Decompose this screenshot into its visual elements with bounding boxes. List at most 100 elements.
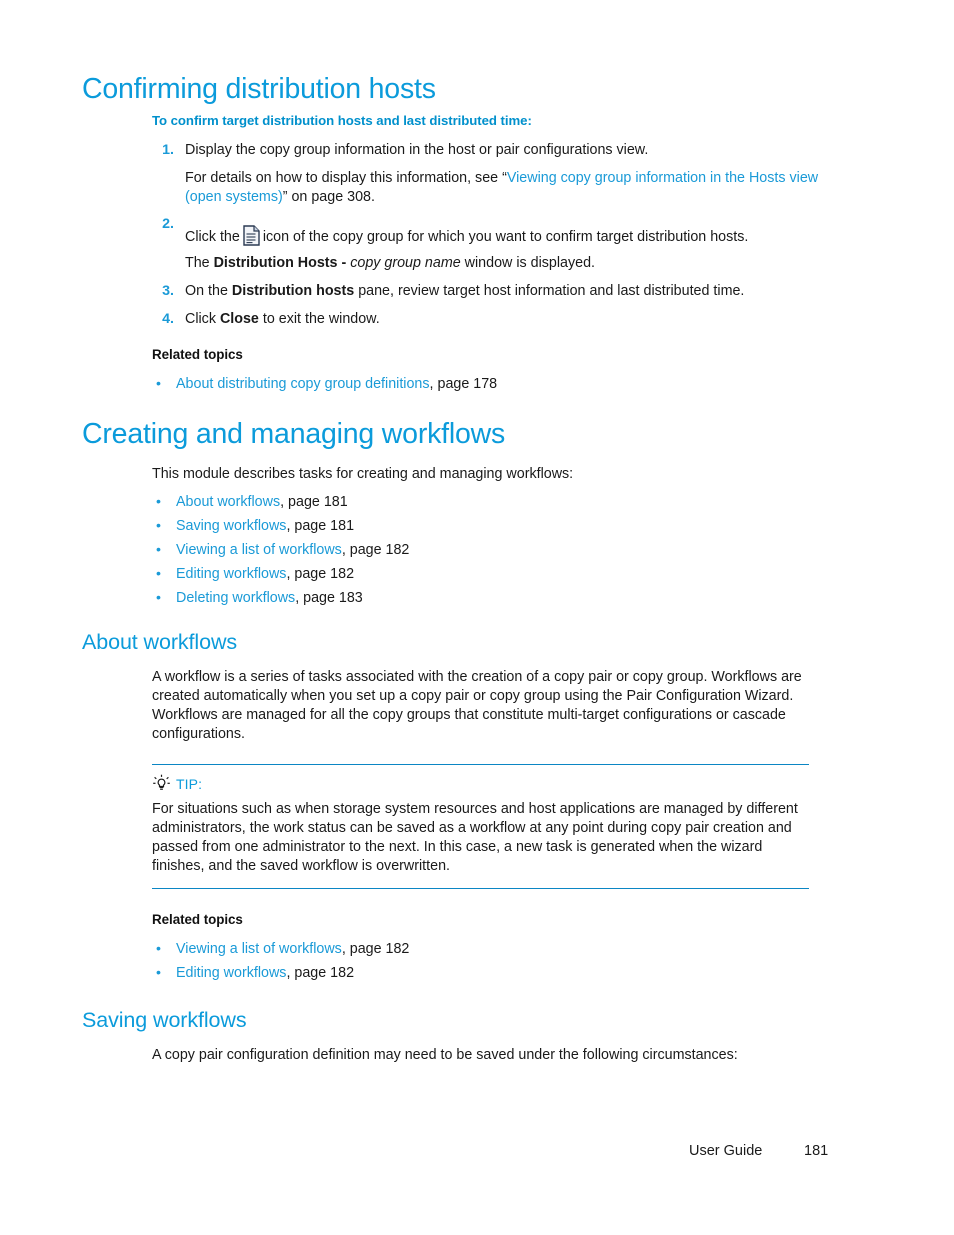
step-4: 4. Click Close to exit the window. [152,310,885,329]
tip-label-text: TIP: [176,776,203,792]
bullet-icon: • [156,941,161,957]
bullet-icon: • [156,376,161,392]
pane-name: Distribution hosts [231,283,355,299]
toc-item-editing-workflows: • Editing workflows, page 182 [152,565,776,584]
related-topic-text: Editing workflows, page 182 [176,964,776,983]
page-title: Confirming distribution hosts [82,74,436,105]
related-topic-item: • Editing workflows, page 182 [152,964,776,983]
step-2-result: The Distribution Hosts - copy group name… [185,254,833,273]
continuation-pre: For details on how to display this infor… [185,170,507,186]
step-number: 2. [162,216,174,232]
related-topics-label: Related topics [152,912,243,927]
lightbulb-tip-icon [152,774,171,793]
toc-link[interactable]: Editing workflows [176,566,286,582]
related-topic-text: Viewing a list of workflows, page 182 [176,940,776,959]
related-topics-label: Related topics [152,347,243,362]
heading-about-workflows: About workflows [82,630,238,654]
step-3-text-post: pane, review target host information and… [354,283,745,299]
bullet-icon: • [156,590,161,606]
about-workflows-paragraph: A workflow is a series of tasks associat… [152,669,802,742]
related-topic-link[interactable]: Viewing a list of workflows [176,941,342,957]
toc-item-text: Deleting workflows, page 183 [176,589,776,608]
step-2-text-post: icon of the copy group for which you wan… [262,229,749,245]
result-post: window is displayed. [460,255,596,271]
bullet-icon: • [156,518,161,534]
bullet-icon: • [156,965,161,981]
document-icon[interactable] [243,225,260,246]
toc-page: , page 183 [295,590,363,606]
result-window-name: Distribution Hosts - [213,255,347,271]
tip-callout: TIP: For situations such as when storage… [0,764,954,889]
toc-link[interactable]: Saving workflows [176,518,286,534]
step-text: Display the copy group information in th… [185,142,649,158]
step-number: 3. [162,283,174,299]
toc-item-text: Saving workflows, page 181 [176,517,776,536]
related-topic-text: About distributing copy group definition… [176,375,776,394]
result-copy-group-name: copy group name [346,255,461,271]
procedure-heading: To confirm target distribution hosts and… [152,113,532,128]
step-1-continuation-text: For details on how to display this infor… [185,169,833,207]
step-4-text: Click Close to exit the window. [185,310,885,329]
related-topic-page: , page 182 [286,965,355,981]
tip-box: TIP: For situations such as when storage… [152,764,809,889]
related-topic-page: , page 182 [341,941,410,957]
toc-page: , page 182 [286,566,355,582]
creating-intro-block: This module describes tasks for creating… [152,465,832,484]
step-number: 1. [162,142,174,158]
toc-item-deleting-workflows: • Deleting workflows, page 183 [152,589,776,608]
toc-item-text: About workflows, page 181 [176,493,776,512]
continuation-post: ” on page 308. [282,189,375,205]
step-number: 4. [162,311,174,327]
related-topic-item: • Viewing a list of workflows, page 182 [152,940,776,959]
tip-header: TIP: [133,774,809,793]
toc-page: , page 182 [341,542,410,558]
heading-confirming-distribution-hosts: Confirming distribution hosts [82,73,436,105]
heading-creating-and-managing-workflows: Creating and managing workflows [82,418,506,450]
step-3: 3. On the Distribution hosts pane, revie… [152,282,885,301]
step-3-text: On the Distribution hosts pane, review t… [185,282,885,301]
toc-item-text: Editing workflows, page 182 [176,565,776,584]
step-3-text-pre: On the [185,283,232,299]
section-heading-block-about-workflows: About workflows [82,630,238,655]
bullet-icon: • [156,494,161,510]
step-2-text-pre: Click the [185,229,240,245]
about-workflows-paragraph-block: A workflow is a series of tasks associat… [152,668,830,744]
toc-item-about-workflows: • About workflows, page 181 [152,493,776,512]
toc-item-text: Viewing a list of workflows, page 182 [176,541,776,560]
step-1: 1. Display the copy group information in… [152,141,885,160]
bullet-icon: • [156,566,161,582]
creating-intro-text: This module describes tasks for creating… [152,466,574,482]
toc-item-saving-workflows: • Saving workflows, page 181 [152,517,776,536]
saving-workflows-paragraph-block: A copy pair configuration definition may… [152,1046,832,1065]
toc-item-viewing-list-of-workflows: • Viewing a list of workflows, page 182 [152,541,776,560]
step-4-text-post: to exit the window. [258,311,380,327]
section-heading-block-creating: Creating and managing workflows [82,419,505,450]
step-4-text-pre: Click [185,311,220,327]
heading-saving-workflows: Saving workflows [82,1008,247,1032]
related-topic-link[interactable]: About distributing copy group definition… [176,376,430,392]
saving-workflows-paragraph: A copy pair configuration definition may… [152,1047,738,1063]
toc-page: , page 181 [286,518,355,534]
step-2: 2. Click the icon of the copy group for … [152,215,885,247]
document-page: Confirming distribution hosts To confirm… [0,0,954,1235]
related-topics-heading-1: Related topics [152,347,243,362]
footer-guide-label: User Guide [689,1143,763,1159]
toc-link[interactable]: Viewing a list of workflows [176,542,342,558]
close-button-name: Close [219,311,259,327]
toc-link[interactable]: Deleting workflows [176,590,295,606]
related-topics-heading-2: Related topics [152,912,243,927]
bullet-icon: • [156,542,161,558]
related-topic-item: • About distributing copy group definiti… [152,375,776,394]
related-topic-link[interactable]: Editing workflows [176,965,286,981]
step-1-continuation: For details on how to display this infor… [185,169,833,207]
footer-page-number: 181 [804,1143,829,1159]
section-heading-block-saving-workflows: Saving workflows [82,1008,247,1033]
tip-body-text: For situations such as when storage syst… [152,801,798,874]
related-topic-page: , page 178 [429,376,498,392]
step-2-text: Click the icon of the copy group for whi… [185,225,885,247]
toc-link[interactable]: About workflows [176,494,280,510]
step-2-result-text: The Distribution Hosts - copy group name… [185,254,833,273]
toc-page: , page 181 [280,494,348,510]
procedure-heading-block: To confirm target distribution hosts and… [152,113,532,129]
result-pre: The [185,255,214,271]
